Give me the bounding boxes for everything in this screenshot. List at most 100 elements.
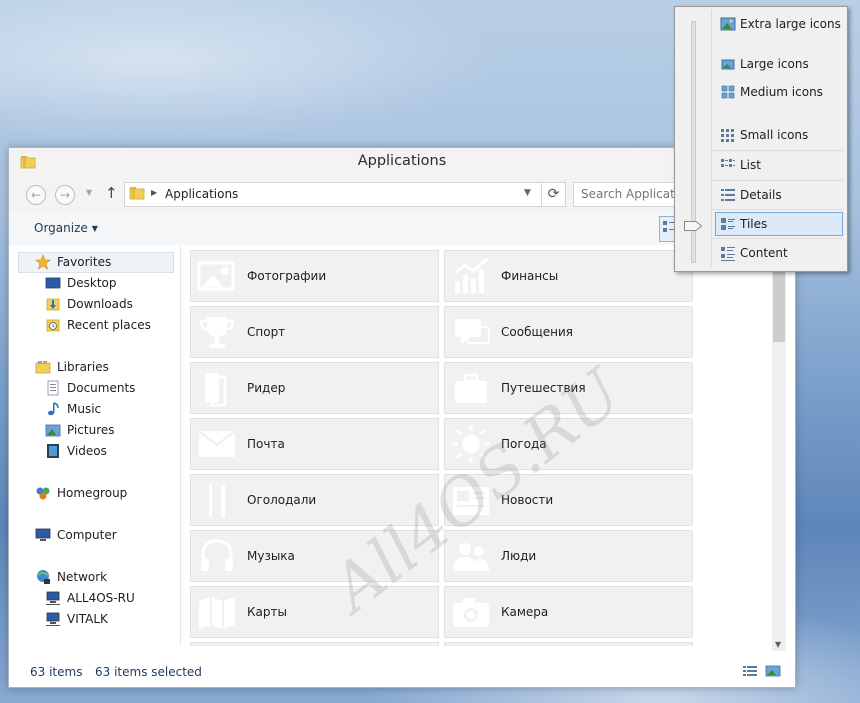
- details-view-icon: [720, 187, 736, 203]
- menu-item-content[interactable]: Content: [716, 242, 842, 264]
- tile-label: Почта: [247, 437, 285, 451]
- tile-item[interactable]: [190, 642, 439, 646]
- menu-item-tiles[interactable]: Tiles: [715, 212, 843, 236]
- tile-label: Фотографии: [247, 269, 327, 283]
- tile-item[interactable]: Сообщения: [444, 306, 693, 358]
- details-view-icon[interactable]: [742, 665, 758, 680]
- organize-button[interactable]: Organize ▼: [34, 221, 98, 235]
- tile-label: Ридер: [247, 381, 286, 395]
- tile-label: Спорт: [247, 325, 286, 339]
- tile-item[interactable]: Фотографии: [190, 250, 439, 302]
- tile-item[interactable]: [444, 642, 693, 646]
- menu-separator: [712, 150, 843, 151]
- up-arrow-icon[interactable]: ↑: [105, 184, 118, 202]
- forward-button[interactable]: →: [55, 185, 75, 205]
- menu-item-small-icons[interactable]: Small icons: [716, 124, 842, 146]
- breadcrumb-arrow-icon[interactable]: ▶: [151, 188, 157, 197]
- pictures-icon: [45, 422, 61, 438]
- sidebar-label: Computer: [57, 528, 117, 542]
- extra-large-icons-icon: [720, 16, 736, 32]
- content-view-icon: [720, 245, 736, 261]
- recent-locations-dropdown[interactable]: ▼: [86, 188, 92, 197]
- back-button[interactable]: ←: [26, 185, 46, 205]
- music-icon: [45, 401, 61, 417]
- selected-count: 63 items selected: [95, 665, 202, 679]
- vertical-scrollbar[interactable]: ▼: [772, 246, 786, 651]
- sidebar-label: Favorites: [57, 255, 112, 269]
- sidebar-label: Network: [57, 570, 108, 584]
- sidebar-item-homegroup[interactable]: Homegroup: [35, 483, 127, 503]
- network-computer-icon: [45, 611, 61, 627]
- menu-item-label: Details: [740, 188, 782, 202]
- menu-item-label: Tiles: [740, 217, 768, 231]
- search-input[interactable]: [574, 183, 684, 205]
- menu-separator: [712, 209, 843, 210]
- tile-label: Люди: [501, 549, 537, 563]
- sidebar-item-computer[interactable]: Computer: [35, 525, 117, 545]
- menu-separator: [712, 238, 843, 239]
- menu-item-large-icons[interactable]: Large icons: [716, 53, 842, 75]
- libraries-icon: [35, 359, 51, 375]
- tile-item[interactable]: Финансы: [444, 250, 693, 302]
- breadcrumb-applications[interactable]: Applications: [165, 187, 238, 201]
- sidebar-item-libraries[interactable]: Libraries: [35, 357, 109, 377]
- sidebar-item-all4os-ru[interactable]: ALL4OS-RU: [45, 588, 135, 608]
- tile-item[interactable]: Люди: [444, 530, 693, 582]
- menu-divider: [711, 10, 712, 267]
- sidebar-item-favorites[interactable]: Favorites: [35, 252, 111, 272]
- camera-icon: [453, 598, 489, 627]
- headphones-icon: [201, 539, 233, 571]
- refresh-button[interactable]: ⟳: [541, 183, 565, 206]
- network-icon: [35, 569, 51, 585]
- sidebar-label: VITALK: [67, 612, 108, 626]
- scroll-down-arrow-icon[interactable]: ▼: [775, 640, 781, 649]
- tile-item[interactable]: Спорт: [190, 306, 439, 358]
- sidebar-item-pictures[interactable]: Pictures: [45, 420, 115, 440]
- search-box[interactable]: [573, 182, 685, 207]
- menu-separator: [712, 180, 843, 181]
- tile-label: Карты: [247, 605, 287, 619]
- list-view-icon: [720, 157, 736, 173]
- sidebar-item-documents[interactable]: Documents: [45, 378, 135, 398]
- menu-item-details[interactable]: Details: [716, 184, 842, 206]
- address-bar[interactable]: ▶ Applications ▼ ⟳: [124, 182, 566, 207]
- map-icon: [199, 597, 235, 629]
- sidebar-label: Recent places: [67, 318, 151, 332]
- sidebar-item-recent-places[interactable]: Recent places: [45, 315, 151, 335]
- slider-thumb[interactable]: [684, 221, 702, 231]
- large-icons-icon: [720, 56, 736, 72]
- tile-item[interactable]: Почта: [190, 418, 439, 470]
- caret-down-icon: ▼: [91, 224, 98, 233]
- sidebar-item-vitalk[interactable]: VITALK: [45, 609, 108, 629]
- sidebar-item-downloads[interactable]: Downloads: [45, 294, 133, 314]
- documents-icon: [45, 380, 61, 396]
- chart-icon: [454, 257, 488, 293]
- recent-places-icon: [45, 317, 61, 333]
- tile-label: Оголодали: [247, 493, 317, 507]
- tile-item[interactable]: Камера: [444, 586, 693, 638]
- chevron-down-icon[interactable]: ▼: [524, 188, 531, 198]
- menu-item-list[interactable]: List: [716, 154, 842, 176]
- sidebar-label: Libraries: [57, 360, 109, 374]
- homegroup-icon: [35, 485, 51, 501]
- tiles-view-icon: [720, 216, 736, 232]
- sidebar-label: Downloads: [67, 297, 133, 311]
- sidebar-item-network[interactable]: Network: [35, 567, 107, 587]
- sidebar-item-desktop[interactable]: Desktop: [45, 273, 117, 293]
- menu-item-label: List: [740, 158, 761, 172]
- folder-icon: [129, 186, 145, 203]
- menu-item-label: Large icons: [740, 57, 809, 71]
- videos-icon: [45, 443, 61, 459]
- sidebar-item-music[interactable]: Music: [45, 399, 101, 419]
- cutlery-icon: [209, 485, 225, 517]
- large-icons-view-icon[interactable]: [765, 665, 781, 680]
- menu-item-medium-icons[interactable]: Medium icons: [716, 81, 842, 103]
- status-bar: 63 items 63 items selected: [9, 654, 795, 686]
- sidebar-label: Homegroup: [57, 486, 128, 500]
- photo-icon: [197, 261, 235, 291]
- sidebar-label: Desktop: [67, 276, 117, 290]
- sidebar-item-videos[interactable]: Videos: [45, 441, 107, 461]
- desktop-icon: [45, 275, 61, 291]
- tile-item[interactable]: Ридер: [190, 362, 439, 414]
- menu-item-extra-large-icons[interactable]: Extra large icons: [716, 13, 842, 35]
